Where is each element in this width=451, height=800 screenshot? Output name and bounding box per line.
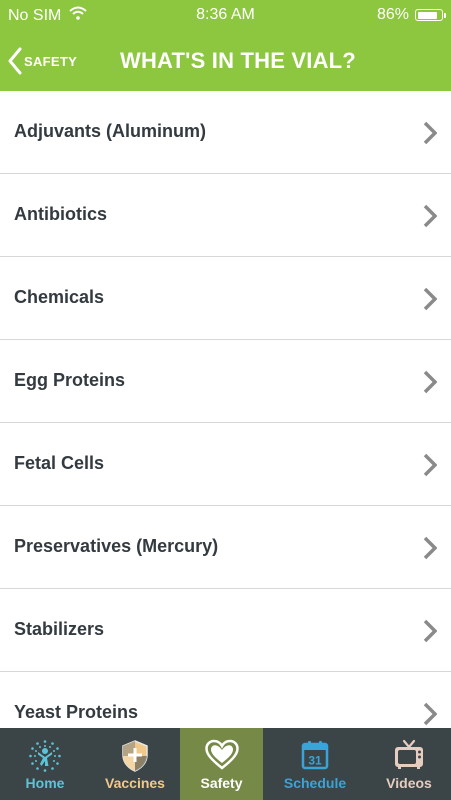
back-button[interactable]: SAFETY	[8, 44, 77, 78]
list-item-label: Yeast Proteins	[14, 702, 139, 722]
heart-icon	[180, 739, 263, 771]
tab-vaccines-label: Vaccines	[105, 775, 165, 791]
chevron-left-icon	[8, 47, 22, 75]
list-item-label: Adjuvants (Aluminum)	[14, 121, 206, 141]
tab-safety[interactable]: Safety	[180, 728, 263, 800]
tab-schedule-label: Schedule	[283, 775, 347, 791]
battery-icon	[415, 9, 446, 21]
list-item[interactable]: Preservatives (Mercury)	[0, 506, 451, 589]
chevron-right-icon	[423, 370, 438, 399]
tab-videos[interactable]: Videos	[367, 728, 451, 800]
chevron-right-icon	[423, 619, 438, 648]
list-item-label: Antibiotics	[14, 204, 107, 224]
list-item-label: Egg Proteins	[14, 370, 126, 390]
page-title: WHAT'S IN THE VIAL?	[120, 48, 356, 73]
list-item-label: Chemicals	[14, 287, 105, 307]
navigation-bar: SAFETY WHAT'S IN THE VIAL?	[0, 30, 451, 91]
back-button-label: SAFETY	[24, 53, 78, 69]
list-item-label: Stabilizers	[14, 619, 105, 639]
home-figure-icon	[0, 739, 90, 773]
list-item-label: Preservatives (Mercury)	[14, 536, 219, 556]
chevron-right-icon	[423, 121, 438, 150]
list-item[interactable]: Egg Proteins	[0, 340, 451, 423]
tab-home[interactable]: Home	[0, 728, 90, 800]
chevron-right-icon	[423, 453, 438, 482]
tab-home-label: Home	[25, 775, 65, 791]
chevron-right-icon	[423, 287, 438, 316]
list-item[interactable]: Yeast Proteins	[0, 672, 451, 728]
calendar-day: 31	[308, 754, 322, 768]
list-item[interactable]: Antibiotics	[0, 174, 451, 257]
tab-videos-label: Videos	[386, 775, 432, 791]
battery-fill	[417, 11, 437, 19]
list-item[interactable]: Chemicals	[0, 257, 451, 340]
tab-vaccines[interactable]: Vaccines	[90, 728, 180, 800]
list-item[interactable]: Fetal Cells	[0, 423, 451, 506]
tv-icon	[367, 739, 451, 771]
header: No SIM 8:36 AM 86% SAFETY WHAT'S IN THE …	[0, 0, 451, 91]
list-item[interactable]: Adjuvants (Aluminum)	[0, 91, 451, 174]
battery-percent: 86%	[376, 6, 409, 23]
tab-safety-label: Safety	[200, 775, 243, 791]
chevron-right-icon	[423, 204, 438, 233]
calendar-icon: 31	[263, 739, 367, 771]
chevron-right-icon	[423, 536, 438, 565]
shield-icon	[90, 739, 180, 773]
tab-bar: Home Vaccines Safety 31 Schedule Videos	[0, 728, 451, 800]
vial-ingredients-list: Adjuvants (Aluminum) Antibiotics Chemica…	[0, 91, 451, 728]
list-item[interactable]: Stabilizers	[0, 589, 451, 672]
tab-schedule[interactable]: 31 Schedule	[263, 728, 367, 800]
status-right: 86%	[376, 6, 446, 24]
chevron-right-icon	[423, 702, 438, 728]
status-bar: No SIM 8:36 AM 86%	[0, 0, 451, 30]
list-item-label: Fetal Cells	[14, 453, 105, 473]
